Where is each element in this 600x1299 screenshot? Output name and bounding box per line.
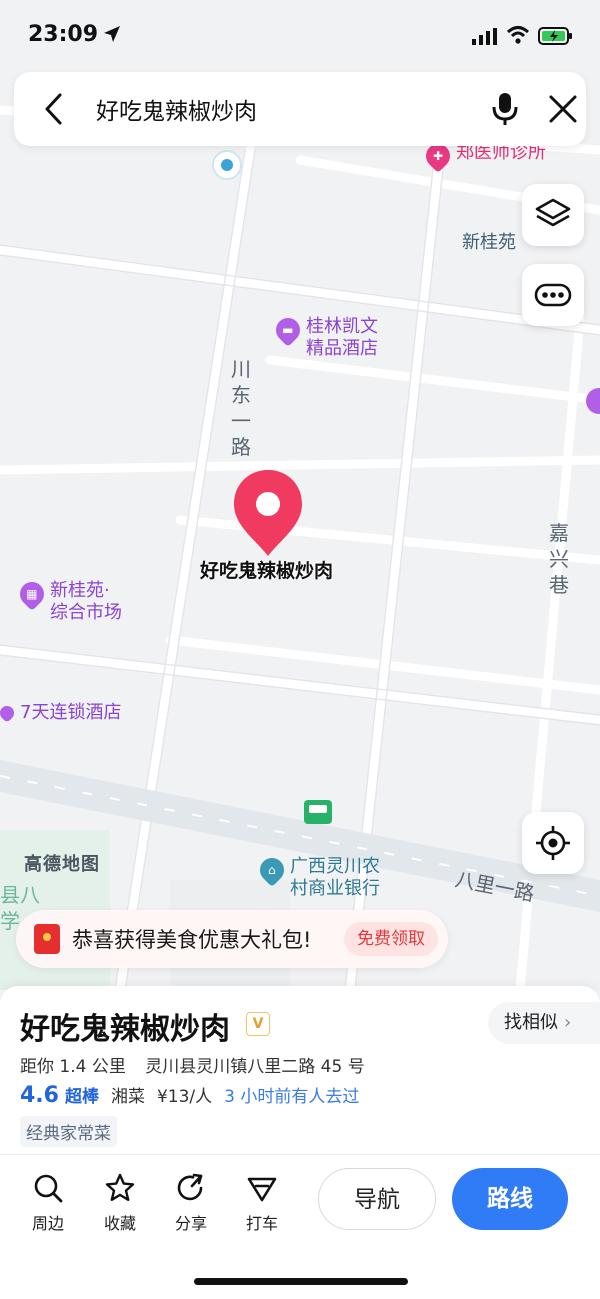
- place-detail-panel[interactable]: 好吃鬼辣椒炒肉 V 找相似 › 距你 1.4 公里 灵川县灵川镇八里二路 45 号…: [0, 986, 600, 1299]
- promo-banner[interactable]: 恭喜获得美食优惠大礼包! 免费领取: [16, 910, 448, 968]
- microphone-icon[interactable]: [488, 90, 522, 128]
- back-icon[interactable]: [38, 90, 72, 128]
- share-button[interactable]: 分享: [161, 1172, 221, 1234]
- road-label-jiaxing: 嘉 兴 巷: [549, 521, 569, 597]
- hotel-icon: [0, 703, 17, 723]
- mobile-network-icon[interactable]: [212, 150, 242, 180]
- battery-icon: [538, 27, 572, 45]
- location-arrow-icon: [104, 26, 120, 42]
- locate-me-button[interactable]: [522, 812, 584, 874]
- layers-button[interactable]: [522, 184, 584, 246]
- bus-stop-icon[interactable]: [304, 800, 332, 824]
- layers-icon: [535, 198, 571, 227]
- place-name: 好吃鬼辣椒炒肉: [20, 1012, 230, 1047]
- poi-label: 新桂苑: [462, 232, 516, 253]
- status-bar: 23:09: [0, 0, 600, 70]
- road-label-chuandong: 川 东 一 路: [231, 357, 251, 459]
- share-label: 分享: [174, 1214, 207, 1233]
- crosshair-icon: [536, 826, 570, 860]
- amap-logo: 高德地图: [24, 854, 100, 875]
- poi-label-line1: 新桂苑·: [50, 580, 110, 601]
- nearby-button[interactable]: 周边: [18, 1172, 78, 1234]
- favorite-button[interactable]: 收藏: [90, 1172, 150, 1234]
- close-icon[interactable]: [546, 92, 580, 126]
- verified-badge: V: [246, 1012, 270, 1036]
- distance: 距你 1.4 公里: [20, 1057, 126, 1077]
- recent-visit: 3 小时前有人去过: [224, 1087, 360, 1107]
- poi-hotel-kaiwen[interactable]: ▬ 桂林凯文 精品酒店: [271, 313, 378, 360]
- poi-label-line1: 广西灵川农: [290, 856, 380, 877]
- search-bar[interactable]: 好吃鬼辣椒炒肉: [14, 72, 586, 146]
- find-similar-button[interactable]: 找相似 ›: [488, 1002, 600, 1044]
- nearby-label: 周边: [31, 1214, 64, 1233]
- home-indicator[interactable]: [194, 1278, 408, 1285]
- favorite-label: 收藏: [103, 1214, 136, 1233]
- rating-text: 超棒: [64, 1087, 99, 1107]
- map-view[interactable]: ✚ 郑医师诊所 新桂苑 ▬ 桂林凯文 精品酒店 ▦ 新桂苑· 综合市场 7天连锁…: [0, 0, 600, 990]
- address-line: 距你 1.4 公里 灵川县灵川镇八里二路 45 号: [20, 1052, 365, 1077]
- poi-market[interactable]: ▦ 新桂苑· 综合市场: [15, 577, 122, 624]
- taxi-label: 打车: [245, 1214, 278, 1233]
- wifi-icon: [506, 26, 530, 44]
- red-envelope-icon: [34, 924, 60, 954]
- route-button[interactable]: 路线: [452, 1168, 568, 1230]
- divider: [0, 1154, 600, 1155]
- find-similar-label: 找相似: [504, 1012, 558, 1033]
- poi-xinguiyuan[interactable]: 新桂苑: [462, 232, 516, 254]
- price: ¥13/人: [156, 1087, 213, 1107]
- claim-button[interactable]: 免费领取: [344, 922, 438, 956]
- feature-tag: 经典家常菜: [20, 1116, 117, 1147]
- bed-icon: ▬: [271, 313, 305, 347]
- selected-location-label: 好吃鬼辣椒炒肉: [200, 560, 334, 582]
- taxi-icon: [247, 1177, 277, 1202]
- poi-label-line2: 村商业银行: [290, 878, 380, 899]
- cellular-signal-icon: [472, 28, 497, 45]
- more-button[interactable]: [522, 264, 584, 326]
- more-icon: [534, 283, 572, 307]
- poi-label-line1: 桂林凯文: [306, 316, 378, 337]
- cuisine: 湘菜: [110, 1087, 145, 1107]
- poi-label-line2: 综合市场: [50, 602, 122, 623]
- navigate-button[interactable]: 导航: [318, 1168, 436, 1230]
- taxi-button[interactable]: 打车: [232, 1172, 292, 1234]
- meta-line: 4.6 超棒 湘菜 ¥13/人 3 小时前有人去过: [20, 1082, 359, 1108]
- poi-label: 7天连锁酒店: [20, 702, 122, 723]
- bank-icon: ⌂: [255, 853, 289, 887]
- status-time: 23:09: [28, 22, 99, 47]
- poi-label-line2: 精品酒店: [306, 338, 378, 359]
- chevron-right-icon: ›: [564, 1012, 572, 1033]
- poi-7days-hotel[interactable]: 7天连锁酒店: [0, 702, 121, 724]
- promo-text: 恭喜获得美食优惠大礼包!: [72, 928, 312, 952]
- poi-bank[interactable]: ⌂ 广西灵川农 村商业银行: [255, 853, 380, 900]
- search-icon: [34, 1174, 63, 1203]
- address: 灵川县灵川镇八里二路 45 号: [145, 1057, 365, 1077]
- star-icon: [105, 1173, 135, 1201]
- share-icon: [177, 1173, 203, 1201]
- search-query[interactable]: 好吃鬼辣椒炒肉: [96, 92, 257, 126]
- rating-score: 4.6: [20, 1083, 59, 1108]
- action-bar: 周边 收藏 分享 打车 导航 路线: [0, 1166, 600, 1246]
- selected-location-pin[interactable]: [230, 468, 306, 558]
- market-icon: ▦: [15, 577, 49, 611]
